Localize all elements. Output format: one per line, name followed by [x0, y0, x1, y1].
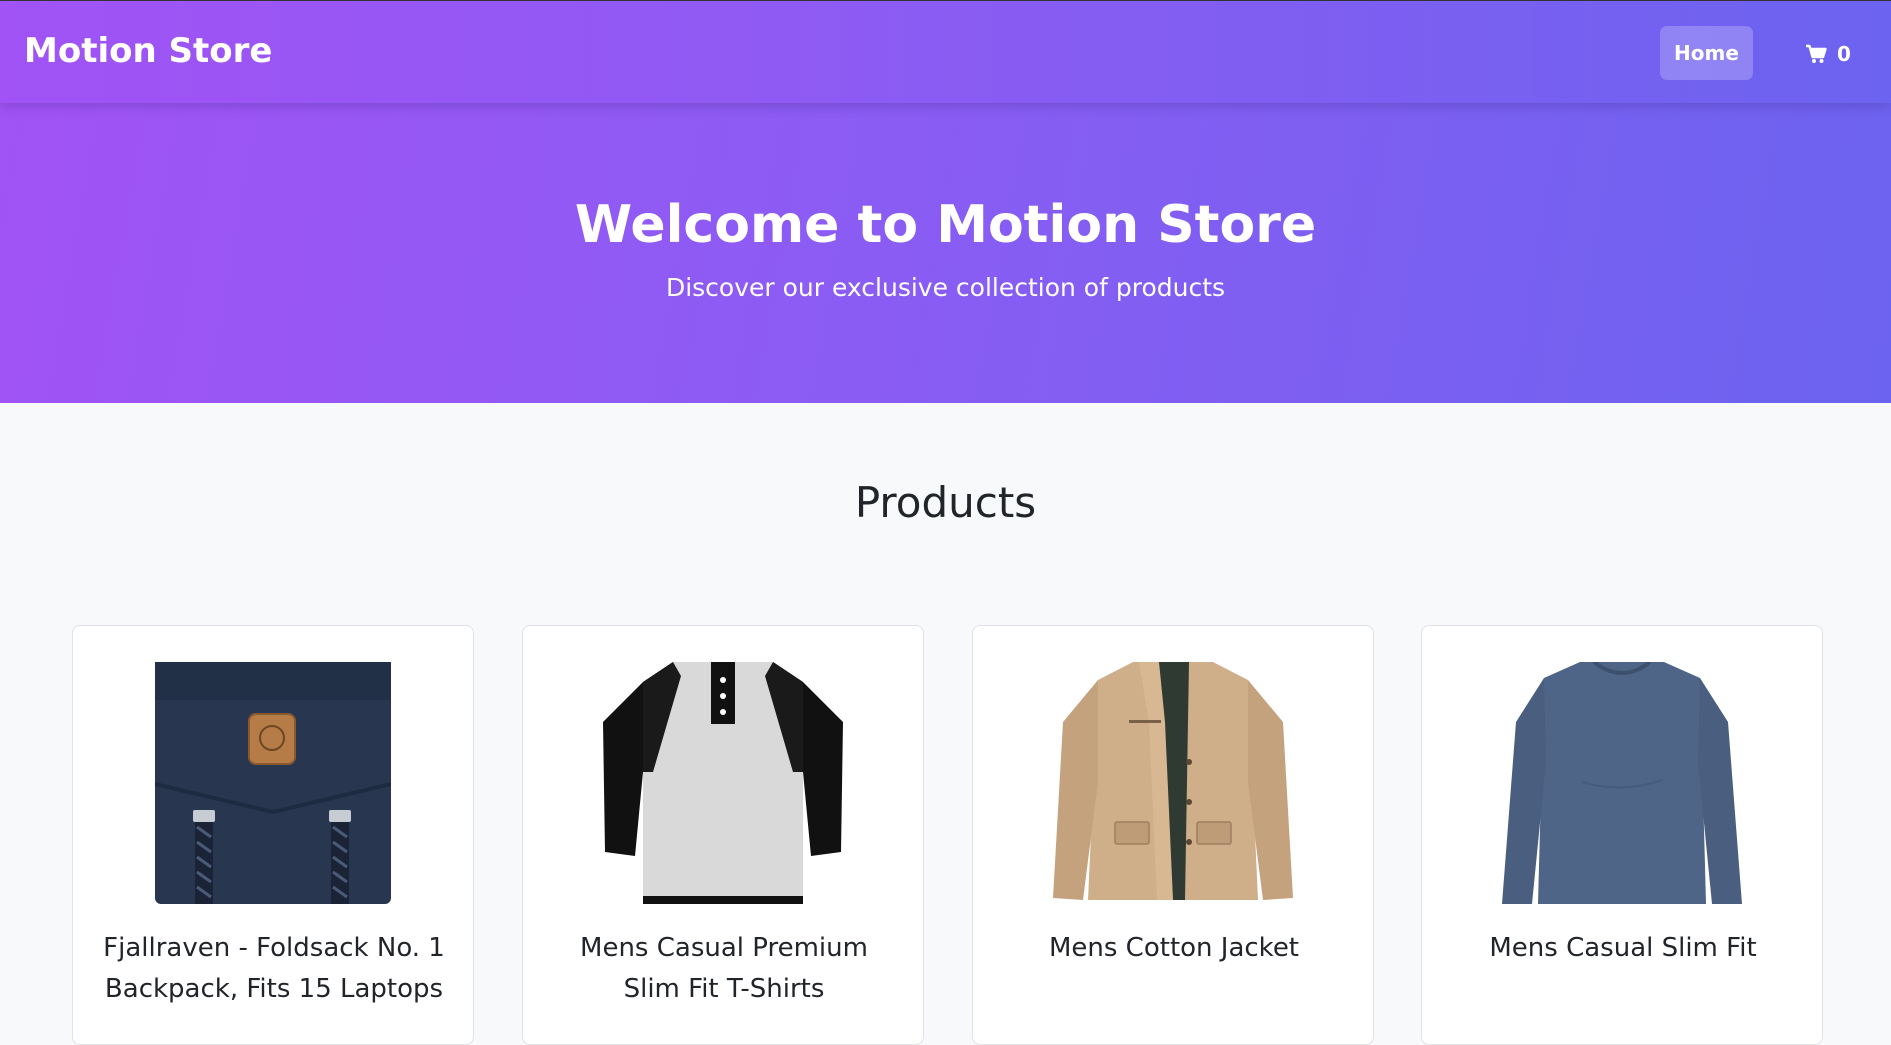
- product-card[interactable]: Mens Casual Premium Slim Fit T-Shirts: [522, 625, 924, 1045]
- product-title[interactable]: Fjallraven - Foldsack No. 1 Backpack, Fi…: [103, 928, 445, 1010]
- cart-count: 0: [1837, 42, 1851, 66]
- jacket-image[interactable]: [973, 662, 1373, 904]
- product-title[interactable]: Mens Casual Slim Fit: [1452, 928, 1794, 969]
- cart-icon: [1805, 44, 1827, 64]
- hero-title: Welcome to Motion Store: [574, 195, 1317, 255]
- longsleeve-image[interactable]: [1422, 662, 1822, 904]
- backpack-image[interactable]: [73, 662, 473, 904]
- product-card[interactable]: Fjallraven - Foldsack No. 1 Backpack, Fi…: [72, 625, 474, 1045]
- navbar: Motion Store Home 0: [0, 0, 1891, 103]
- brand-logo[interactable]: Motion Store: [24, 31, 272, 71]
- hero-subtitle: Discover our exclusive collection of pro…: [665, 273, 1226, 302]
- hero-banner: Welcome to Motion Store Discover our exc…: [0, 103, 1891, 403]
- product-card[interactable]: Mens Casual Slim Fit: [1421, 625, 1823, 1045]
- product-title[interactable]: Mens Cotton Jacket: [1003, 928, 1345, 969]
- tshirt-image[interactable]: [523, 662, 923, 904]
- nav-home-link[interactable]: Home: [1660, 26, 1753, 80]
- products-heading: Products: [854, 478, 1037, 527]
- product-title[interactable]: Mens Casual Premium Slim Fit T-Shirts: [553, 928, 895, 1010]
- cart-link[interactable]: 0: [1805, 39, 1851, 69]
- product-card[interactable]: Mens Cotton Jacket: [972, 625, 1374, 1045]
